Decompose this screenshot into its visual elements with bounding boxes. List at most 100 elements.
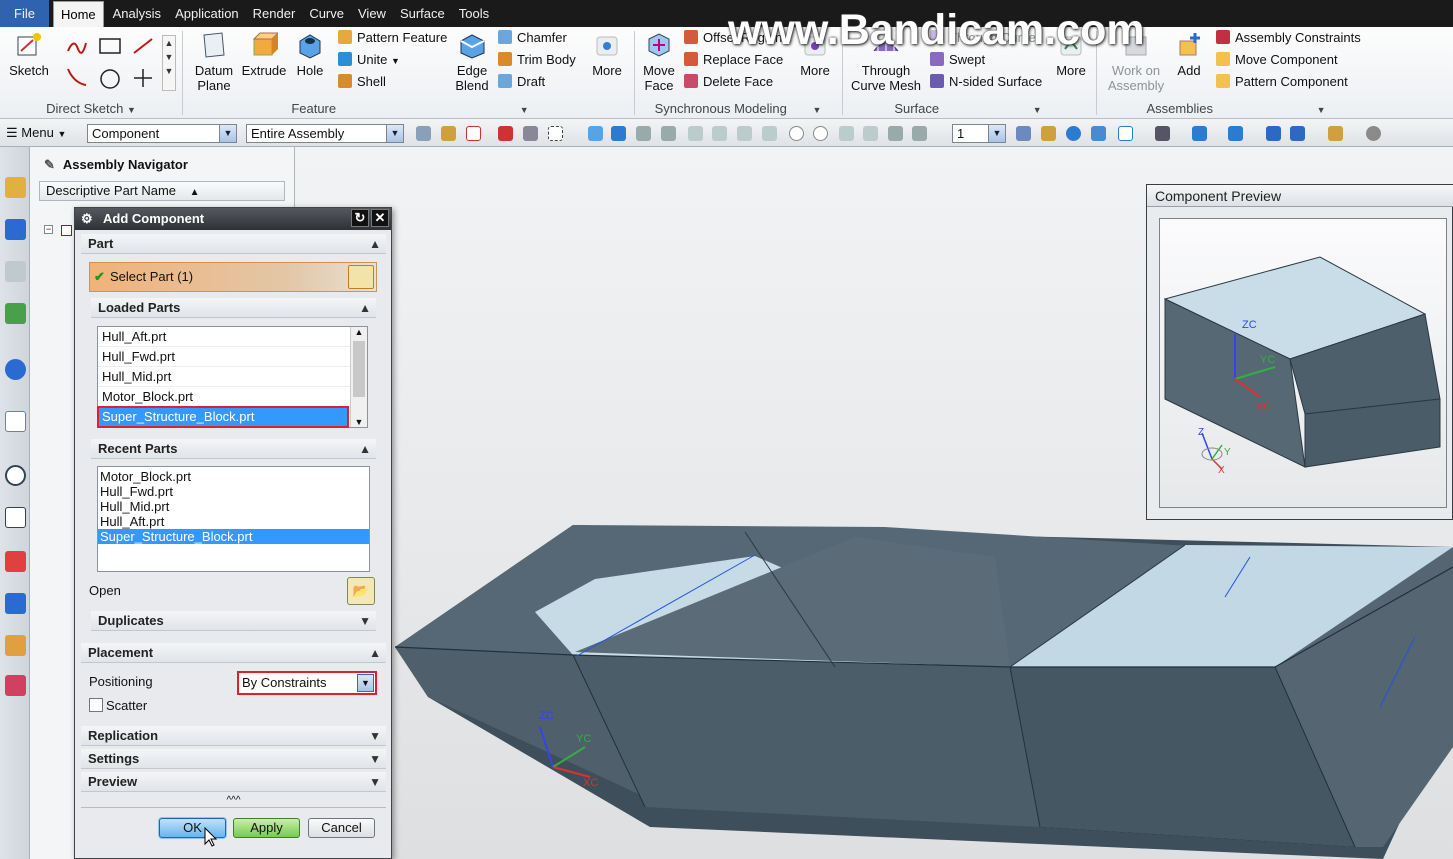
sketch-curve-tools[interactable] — [62, 33, 162, 93]
reset-icon[interactable]: ↻ — [351, 209, 369, 227]
toolbar-icon[interactable] — [611, 126, 626, 141]
list-item[interactable]: Motor_Block.prt — [98, 469, 369, 484]
toolbar-icon[interactable] — [1016, 126, 1031, 141]
clock-icon[interactable] — [5, 465, 26, 486]
toolbar-icon[interactable] — [1228, 126, 1243, 141]
menu-application[interactable]: Application — [168, 0, 246, 27]
toolbar-icon[interactable] — [1118, 126, 1133, 141]
placement-header[interactable]: Placement ▲ — [81, 643, 386, 663]
preview-header[interactable]: Preview ▼ — [81, 772, 386, 792]
layer-select[interactable]: 1 ▼ — [952, 124, 1006, 143]
menu-curve[interactable]: Curve — [302, 0, 351, 27]
scatter-checkbox[interactable]: Scatter — [89, 698, 147, 714]
toolbar-icon[interactable] — [523, 126, 538, 141]
tools-tab-icon[interactable] — [5, 593, 26, 614]
toolbar-icon[interactable] — [712, 126, 727, 141]
positioning-select[interactable]: By Constraints ▼ — [237, 671, 377, 695]
roles-tab-icon[interactable] — [5, 635, 26, 656]
shell-button[interactable]: Shell — [338, 71, 386, 93]
toolbar-icon[interactable] — [548, 126, 563, 141]
menu-analysis[interactable]: Analysis — [106, 0, 168, 27]
web-browser-tab-icon[interactable] — [5, 359, 26, 380]
scope-select[interactable]: Entire Assembly ▼ — [246, 124, 404, 143]
cancel-button[interactable]: Cancel — [308, 818, 375, 838]
move-face-button[interactable]: Move Face — [638, 31, 680, 93]
move-component-button[interactable]: Move Component — [1216, 49, 1338, 71]
constraint-navigator-tab-icon[interactable] — [5, 219, 26, 240]
toolbar-icon[interactable] — [588, 126, 603, 141]
toolbar-icon[interactable] — [1192, 126, 1207, 141]
loaded-parts-header[interactable]: Loaded Parts ▲ — [91, 298, 376, 318]
toolbar-icon[interactable] — [416, 126, 431, 141]
part-cube-icon[interactable] — [348, 265, 374, 289]
toolbar-icon[interactable] — [1328, 126, 1343, 141]
pattern-feature-button[interactable]: Pattern Feature — [338, 27, 447, 49]
open-folder-button[interactable]: 📂 — [347, 577, 375, 605]
assembly-constraints-button[interactable]: Assembly Constraints — [1216, 27, 1361, 49]
loaded-parts-list[interactable]: Hull_Aft.prt Hull_Fwd.prt Hull_Mid.prt M… — [97, 326, 368, 428]
tree-collapse-icon[interactable]: − — [44, 225, 53, 234]
list-item[interactable]: Hull_Mid.prt — [98, 499, 369, 514]
n-sided-surface-button[interactable]: N-sided Surface — [930, 71, 1042, 93]
chamfer-button[interactable]: Chamfer — [498, 27, 567, 49]
sketch-gallery-scroll[interactable]: ▲ ▼ ▼ — [162, 35, 176, 91]
hole-button[interactable]: Hole — [290, 31, 330, 78]
list-tab-icon[interactable] — [5, 507, 26, 528]
menu-button[interactable]: ☰ Menu ▼ — [6, 125, 66, 141]
menu-render[interactable]: Render — [246, 0, 303, 27]
menu-view[interactable]: View — [351, 0, 393, 27]
select-part-row[interactable]: ✔ Select Part (1) — [89, 262, 377, 292]
list-item[interactable]: Hull_Fwd.prt — [98, 484, 369, 499]
list-item[interactable]: Hull_Mid.prt — [98, 367, 367, 387]
extrude-button[interactable]: Extrude — [240, 31, 288, 78]
menu-tools[interactable]: Tools — [452, 0, 496, 27]
add-component-button[interactable]: Add — [1172, 31, 1206, 78]
history-tab-icon[interactable] — [5, 411, 26, 432]
toolbar-icon[interactable] — [498, 126, 513, 141]
toolbar-icon[interactable] — [688, 126, 703, 141]
list-item[interactable]: Hull_Aft.prt — [98, 514, 369, 529]
pattern-component-button[interactable]: Pattern Component — [1216, 71, 1348, 93]
toolbar-icon[interactable] — [737, 126, 752, 141]
toolbar-icon[interactable] — [813, 126, 828, 141]
toolbar-icon[interactable] — [863, 126, 878, 141]
close-icon[interactable]: ✕ — [371, 209, 389, 227]
toolbar-icon[interactable] — [1366, 126, 1381, 141]
toolbar-icon[interactable] — [466, 126, 481, 141]
toolbar-icon[interactable] — [1155, 126, 1170, 141]
toolbar-icon[interactable] — [441, 126, 456, 141]
toolbar-icon[interactable] — [789, 126, 804, 141]
edge-blend-button[interactable]: Edge Blend — [452, 31, 492, 93]
checkbox-icon[interactable] — [61, 225, 72, 236]
list-item[interactable]: Hull_Aft.prt — [98, 327, 367, 347]
feature-more-button[interactable]: More — [588, 31, 626, 78]
toolbar-icon[interactable] — [839, 126, 854, 141]
toolbar-icon[interactable] — [636, 126, 651, 141]
toolbar-icon[interactable] — [1091, 126, 1106, 141]
toolbar-icon[interactable] — [762, 126, 777, 141]
draft-button[interactable]: Draft — [498, 71, 545, 93]
collapse-all-icon[interactable]: ^^^ — [81, 794, 386, 808]
gear-icon[interactable]: ⚙ — [81, 208, 93, 230]
recent-parts-list[interactable]: Motor_Block.prt Hull_Fwd.prt Hull_Mid.pr… — [97, 466, 370, 572]
toolbar-icon[interactable] — [888, 126, 903, 141]
toolbar-icon[interactable] — [912, 126, 927, 141]
toolbar-icon[interactable] — [661, 126, 676, 141]
toolbar-icon[interactable] — [1266, 126, 1281, 141]
delete-face-button[interactable]: Delete Face — [684, 71, 773, 93]
menu-surface[interactable]: Surface — [393, 0, 452, 27]
list-item-selected[interactable]: Super_Structure_Block.prt — [98, 529, 369, 544]
toolbar-icon[interactable] — [1290, 126, 1305, 141]
reuse-library-tab-icon[interactable] — [5, 303, 26, 324]
duplicates-header[interactable]: Duplicates ▼ — [91, 611, 376, 631]
apply-button[interactable]: Apply — [233, 818, 300, 838]
navigator-column-header[interactable]: Descriptive Part Name ▲ — [39, 181, 285, 201]
part-section-header[interactable]: Part ▲ — [81, 234, 386, 254]
sketch-button[interactable]: Sketch — [6, 31, 52, 78]
list-item[interactable]: Hull_Fwd.prt — [98, 347, 367, 367]
type-filter-select[interactable]: Component ▼ — [87, 124, 237, 143]
palette-tab-icon[interactable] — [5, 551, 26, 572]
settings-header[interactable]: Settings ▼ — [81, 749, 386, 769]
assembly-navigator-tab-icon[interactable] — [5, 177, 26, 198]
list-item-selected[interactable]: Super_Structure_Block.prt — [97, 406, 349, 428]
